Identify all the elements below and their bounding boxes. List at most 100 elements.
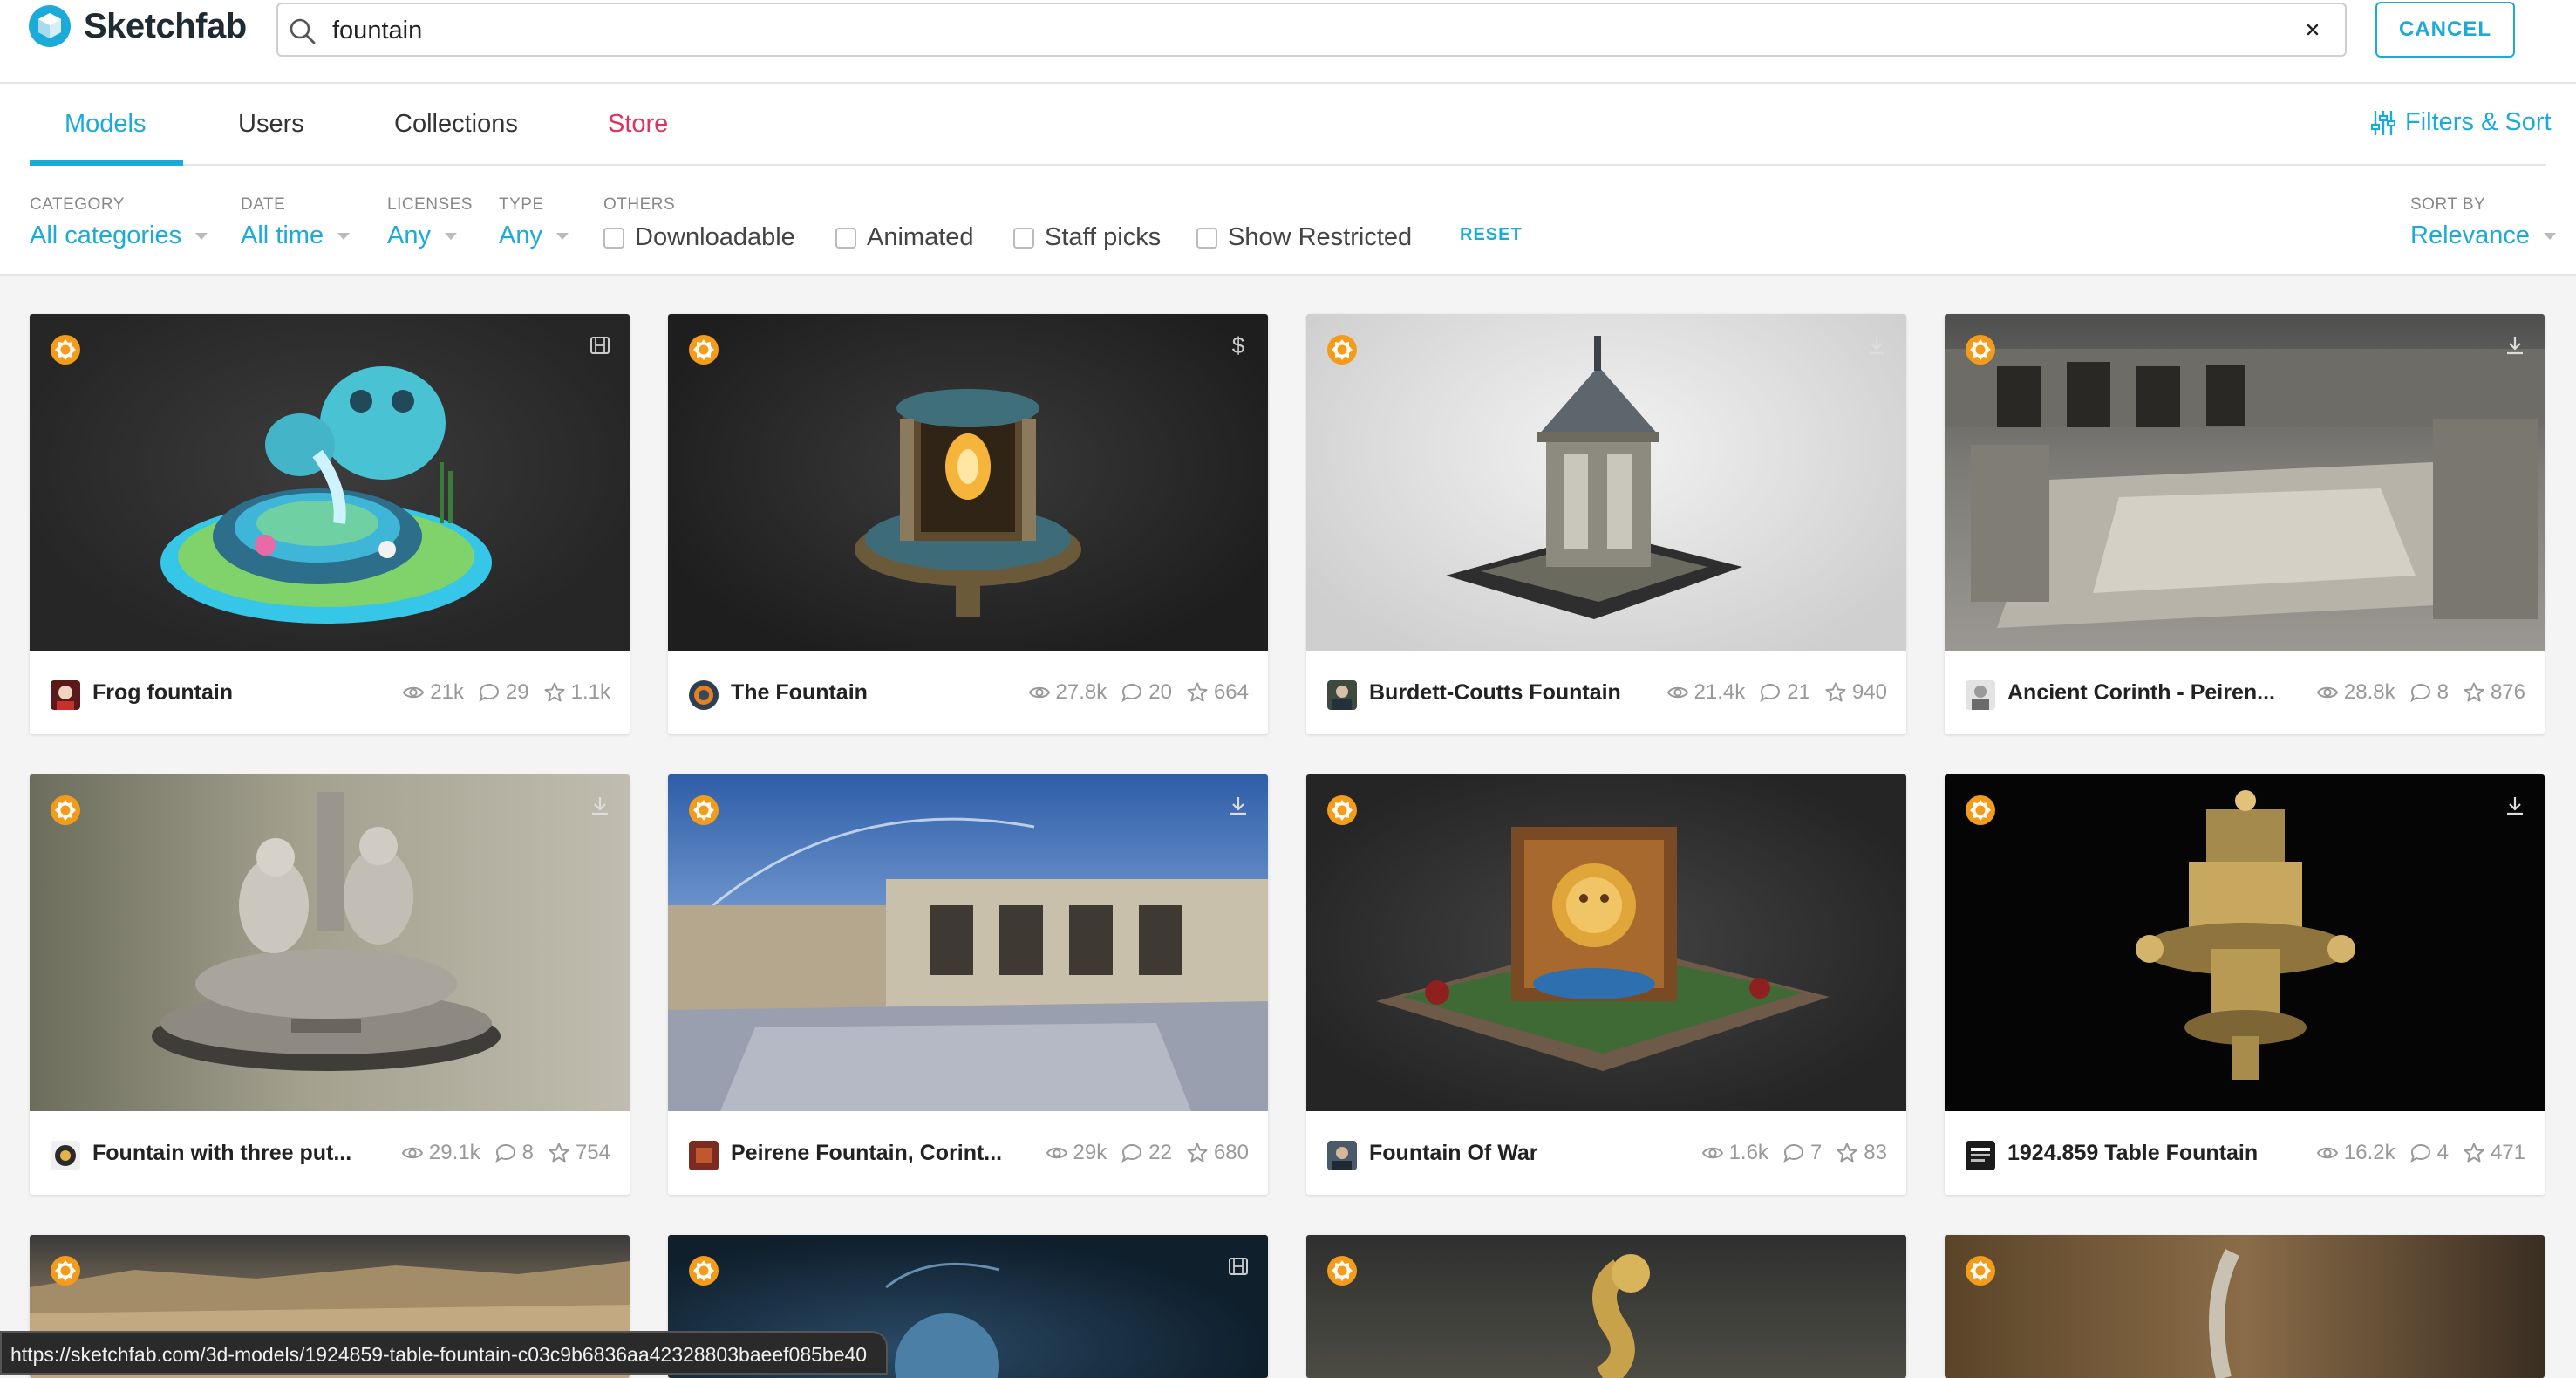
downloadable-checkbox-box[interactable]	[603, 227, 624, 249]
model-stats: 21.4k 21 940	[1653, 680, 1887, 705]
model-card[interactable]: Fountain Of War 1.6k 7 83	[1306, 774, 1906, 1195]
model-card[interactable]	[1306, 1235, 1906, 1378]
licenses-filter[interactable]: LICENSES Any	[387, 195, 473, 250]
cancel-button[interactable]: CANCEL	[2375, 2, 2515, 58]
model-title[interactable]: 1924.859 Table Fountain	[2007, 1141, 2258, 1166]
likes-count[interactable]: 876	[2463, 680, 2525, 705]
staff-picks-checkbox-box[interactable]	[1013, 227, 1034, 249]
animated-checkbox[interactable]: Animated	[835, 223, 974, 252]
date-filter[interactable]: DATE All time	[241, 195, 351, 250]
model-thumbnail[interactable]	[668, 774, 1268, 1111]
show-restricted-checkbox-box[interactable]	[1196, 227, 1217, 249]
staff-pick-badge-icon	[1964, 794, 1997, 827]
download-icon[interactable]	[1864, 333, 1889, 358]
tab-users[interactable]: Users	[238, 110, 304, 139]
sort-by-value[interactable]: Relevance	[2410, 222, 2558, 250]
model-thumbnail[interactable]	[30, 314, 630, 651]
model-title[interactable]: Ancient Corinth - Peiren...	[2007, 680, 2275, 706]
views-value: 29k	[1073, 1141, 1107, 1164]
model-card[interactable]: Fountain with three put... 29.1k 8 754	[30, 774, 630, 1195]
model-card[interactable]: Peirene Fountain, Corint... 29k 22 680	[668, 774, 1268, 1195]
likes-count[interactable]: 754	[548, 1141, 610, 1165]
model-card[interactable]: Frog fountain 21k 29 1.1k	[30, 314, 630, 734]
staff-pick-badge-icon	[687, 1254, 720, 1287]
type-filter-label: TYPE	[499, 195, 544, 214]
ancient-corinth-render	[1945, 349, 2545, 628]
search-input[interactable]	[332, 11, 2268, 50]
model-thumbnail[interactable]: $	[668, 314, 1268, 651]
comment-icon	[494, 1142, 517, 1164]
tab-models[interactable]: Models	[65, 110, 147, 139]
likes-count[interactable]: 664	[1186, 680, 1249, 705]
comments-value: 8	[2436, 680, 2449, 704]
model-thumbnail[interactable]	[1945, 1235, 2545, 1378]
likes-count[interactable]: 471	[2463, 1141, 2525, 1165]
sort-by-filter[interactable]: SORT BY Relevance	[2410, 195, 2558, 250]
show-restricted-checkbox[interactable]: Show Restricted	[1196, 223, 1412, 252]
reset-filters-button[interactable]: RESET	[1460, 225, 1523, 245]
clear-search-icon[interactable]	[2298, 15, 2327, 44]
download-icon[interactable]	[588, 794, 612, 818]
views-count: 29k	[1046, 1141, 1107, 1165]
sketchfab-logo[interactable]: Sketchfab	[28, 0, 247, 52]
model-thumbnail[interactable]	[1306, 1235, 1906, 1378]
frog-fountain-render	[160, 366, 492, 624]
downloadable-checkbox[interactable]: Downloadable	[603, 223, 795, 252]
comments-count: 29	[478, 680, 529, 705]
model-title[interactable]: Fountain with three put...	[92, 1141, 351, 1166]
likes-count[interactable]: 83	[1836, 1141, 1887, 1165]
model-thumbnail[interactable]	[1945, 314, 2545, 651]
model-thumbnail[interactable]	[1306, 314, 1906, 651]
category-filter[interactable]: CATEGORY All categories	[30, 195, 209, 250]
model-thumbnail[interactable]	[30, 774, 630, 1111]
avatar[interactable]	[51, 1141, 80, 1170]
avatar[interactable]	[689, 680, 719, 710]
sort-value-text: Relevance	[2410, 222, 2531, 249]
model-card[interactable]	[1945, 1235, 2545, 1378]
tab-store[interactable]: Store	[608, 110, 668, 139]
comment-icon	[478, 681, 501, 704]
download-icon[interactable]	[2503, 794, 2527, 818]
category-filter-value[interactable]: All categories	[30, 222, 209, 250]
likes-count[interactable]: 680	[1186, 1141, 1249, 1165]
avatar[interactable]	[689, 1141, 719, 1170]
animated-checkbox-box[interactable]	[835, 227, 856, 249]
model-thumbnail[interactable]	[1945, 774, 2545, 1111]
avatar[interactable]	[1327, 1141, 1357, 1170]
likes-value: 664	[1213, 680, 1249, 704]
model-title[interactable]: The Fountain	[731, 680, 868, 706]
model-title[interactable]: Peirene Fountain, Corint...	[731, 1141, 1002, 1166]
download-icon[interactable]	[1226, 794, 1251, 818]
date-filter-value[interactable]: All time	[241, 222, 351, 250]
tab-collections[interactable]: Collections	[394, 110, 518, 139]
likes-count[interactable]: 940	[1824, 680, 1887, 705]
model-card[interactable]: Burdett-Coutts Fountain 21.4k 21 940	[1306, 314, 1906, 734]
star-icon	[2463, 681, 2485, 704]
model-title[interactable]: Frog fountain	[92, 680, 233, 706]
model-stats: 1.6k 7 83	[1687, 1141, 1887, 1165]
model-title[interactable]: Burdett-Coutts Fountain	[1369, 680, 1621, 706]
model-card[interactable]: 1924.859 Table Fountain 16.2k 4 471	[1945, 774, 2545, 1195]
type-filter-value[interactable]: Any	[499, 222, 570, 250]
avatar[interactable]	[1966, 680, 1995, 710]
avatar[interactable]	[1966, 1141, 1995, 1170]
model-title[interactable]: Fountain Of War	[1369, 1141, 1538, 1166]
licenses-filter-value[interactable]: Any	[387, 222, 473, 250]
model-card-footer: Fountain Of War 1.6k 7 83	[1306, 1111, 1906, 1195]
star-icon	[1186, 1142, 1209, 1164]
model-thumbnail[interactable]	[1306, 774, 1906, 1111]
views-count: 21.4k	[1666, 680, 1745, 705]
avatar[interactable]	[51, 680, 80, 710]
type-filter[interactable]: TYPE Any	[499, 195, 570, 250]
model-card[interactable]: Ancient Corinth - Peiren... 28.8k 8 876	[1945, 314, 2545, 734]
the-fountain-render	[855, 389, 1081, 617]
staff-picks-checkbox[interactable]: Staff picks	[1013, 223, 1161, 252]
model-stats: 27.8k 20 664	[1014, 680, 1249, 705]
likes-count[interactable]: 1.1k	[543, 680, 610, 705]
download-icon[interactable]	[2503, 333, 2527, 358]
chevron-down-icon	[337, 232, 351, 240]
filters-sort-button[interactable]: Filters & Sort	[2370, 108, 2552, 137]
model-card[interactable]: $ The Fountain 27.8k 20 664	[668, 314, 1268, 734]
search-box[interactable]	[276, 3, 2347, 57]
avatar[interactable]	[1327, 680, 1357, 710]
